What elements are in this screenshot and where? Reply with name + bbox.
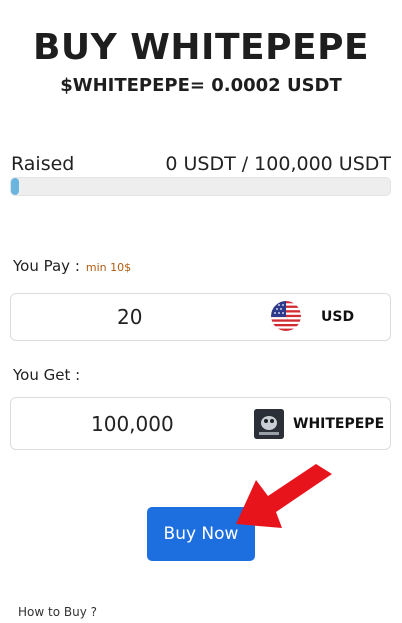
get-amount-value: 100,000 [91, 411, 174, 436]
raised-value: 0 USDT / 100,000 USDT [165, 153, 391, 175]
whitepepe-token-icon [254, 409, 284, 439]
buy-now-button[interactable]: Buy Now [147, 507, 255, 561]
you-get-label: You Get : [13, 366, 81, 384]
raised-label: Raised [11, 153, 75, 175]
get-currency: WHITEPEPE [293, 415, 385, 432]
raised-progress-fill [11, 178, 19, 195]
pay-amount-input[interactable]: 20 [117, 294, 142, 340]
you-pay-label: You Pay : min 10$ [13, 257, 131, 275]
you-pay-text: You Pay : [13, 257, 80, 275]
min-amount-note: min 10$ [85, 261, 132, 274]
us-flag-icon [271, 301, 301, 331]
get-amount-field: 100,000 WHITEPEPE [10, 397, 391, 450]
page-title: BUY WHITEPEPE [32, 27, 370, 68]
pay-currency: USD [321, 309, 355, 325]
raised-progress-bar [10, 177, 391, 196]
pay-amount-field[interactable]: 20 USD [10, 293, 391, 341]
how-to-buy-link[interactable]: How to Buy ? [18, 605, 97, 619]
token-price: $WHITEPEPE= 0.0002 USDT [60, 75, 342, 96]
